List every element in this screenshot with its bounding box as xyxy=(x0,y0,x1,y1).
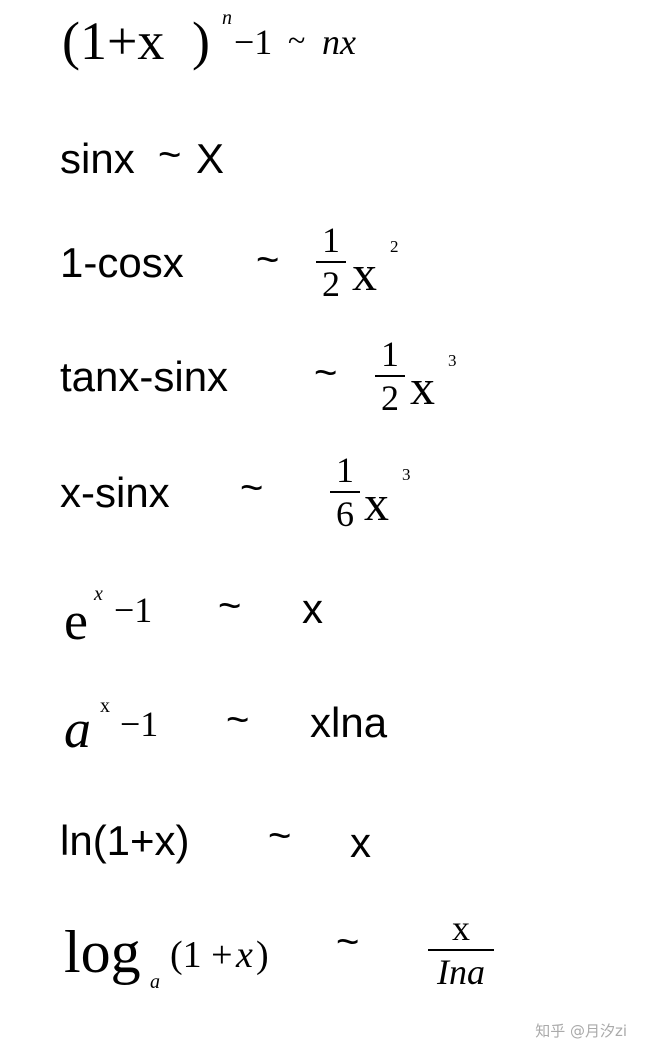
lhs-1-cosx: 1-cosx xyxy=(60,239,184,286)
rhs-x: x xyxy=(302,585,323,632)
arg-open: (1 + xyxy=(170,934,233,976)
rhs-var-x: x xyxy=(410,359,435,415)
minus-one: −1 xyxy=(234,22,273,62)
tilde: ~ xyxy=(288,22,306,58)
fraction-x-over-ina: x Ina xyxy=(428,910,494,990)
exponent-x: x xyxy=(94,583,103,605)
minus-one: −1 xyxy=(120,704,159,744)
fraction-one-sixth: 1 6 xyxy=(330,452,360,532)
fraction-one-half: 1 2 xyxy=(316,222,346,302)
exponent-2: 2 xyxy=(390,237,399,256)
fraction-bar xyxy=(316,261,346,263)
numerator: x xyxy=(452,908,470,948)
log-base: log xyxy=(64,919,141,985)
fraction-one-half: 1 2 xyxy=(375,336,405,416)
denominator: 2 xyxy=(381,378,399,418)
lhs-x-sinx: x-sinx xyxy=(60,469,170,516)
denominator: 6 xyxy=(336,494,354,534)
zhihu-watermark: 知乎 @月汐zi xyxy=(535,1022,627,1040)
numerator: 1 xyxy=(322,220,340,260)
arg-var-x: x xyxy=(236,934,253,976)
denominator: Ina xyxy=(437,952,485,992)
lhs-tanx-sinx: tanx-sinx xyxy=(60,353,229,400)
exponent-3: 3 xyxy=(402,465,411,484)
rhs-nx: nx xyxy=(322,22,356,62)
arg-close: ) xyxy=(256,934,269,976)
rhs-xlna: xlna xyxy=(310,699,388,746)
numerator: 1 xyxy=(336,450,354,490)
fraction-bar xyxy=(375,375,405,377)
tilde: ~ xyxy=(240,466,264,510)
rhs-var-x: x xyxy=(364,475,389,531)
base-e: e xyxy=(64,591,88,651)
tilde: ~ xyxy=(226,698,250,742)
tilde: ~ xyxy=(158,133,182,177)
denominator: 2 xyxy=(322,264,340,304)
rhs-x: x xyxy=(350,819,371,866)
exponent-n: n xyxy=(222,7,232,29)
tilde: ~ xyxy=(256,238,280,282)
paren-close: ) xyxy=(192,11,210,71)
rhs-x: X xyxy=(196,135,225,182)
exponent-x: x xyxy=(100,695,110,717)
tilde: ~ xyxy=(218,584,242,628)
minus-one: −1 xyxy=(114,590,153,630)
fraction-bar xyxy=(330,491,360,493)
tilde: ~ xyxy=(314,351,338,395)
fraction-bar xyxy=(428,949,494,951)
rhs-var-x: x xyxy=(352,245,377,301)
lhs-ln: ln(1+x) xyxy=(60,817,190,864)
paren-base: (1+x xyxy=(62,11,165,71)
exponent-3: 3 xyxy=(448,351,457,370)
tilde: ~ xyxy=(268,814,292,858)
base-a: a xyxy=(64,699,91,759)
tilde: ~ xyxy=(336,920,360,964)
subscript-a: a xyxy=(150,971,160,993)
numerator: 1 xyxy=(381,334,399,374)
lhs-sinx: sinx xyxy=(60,135,135,182)
